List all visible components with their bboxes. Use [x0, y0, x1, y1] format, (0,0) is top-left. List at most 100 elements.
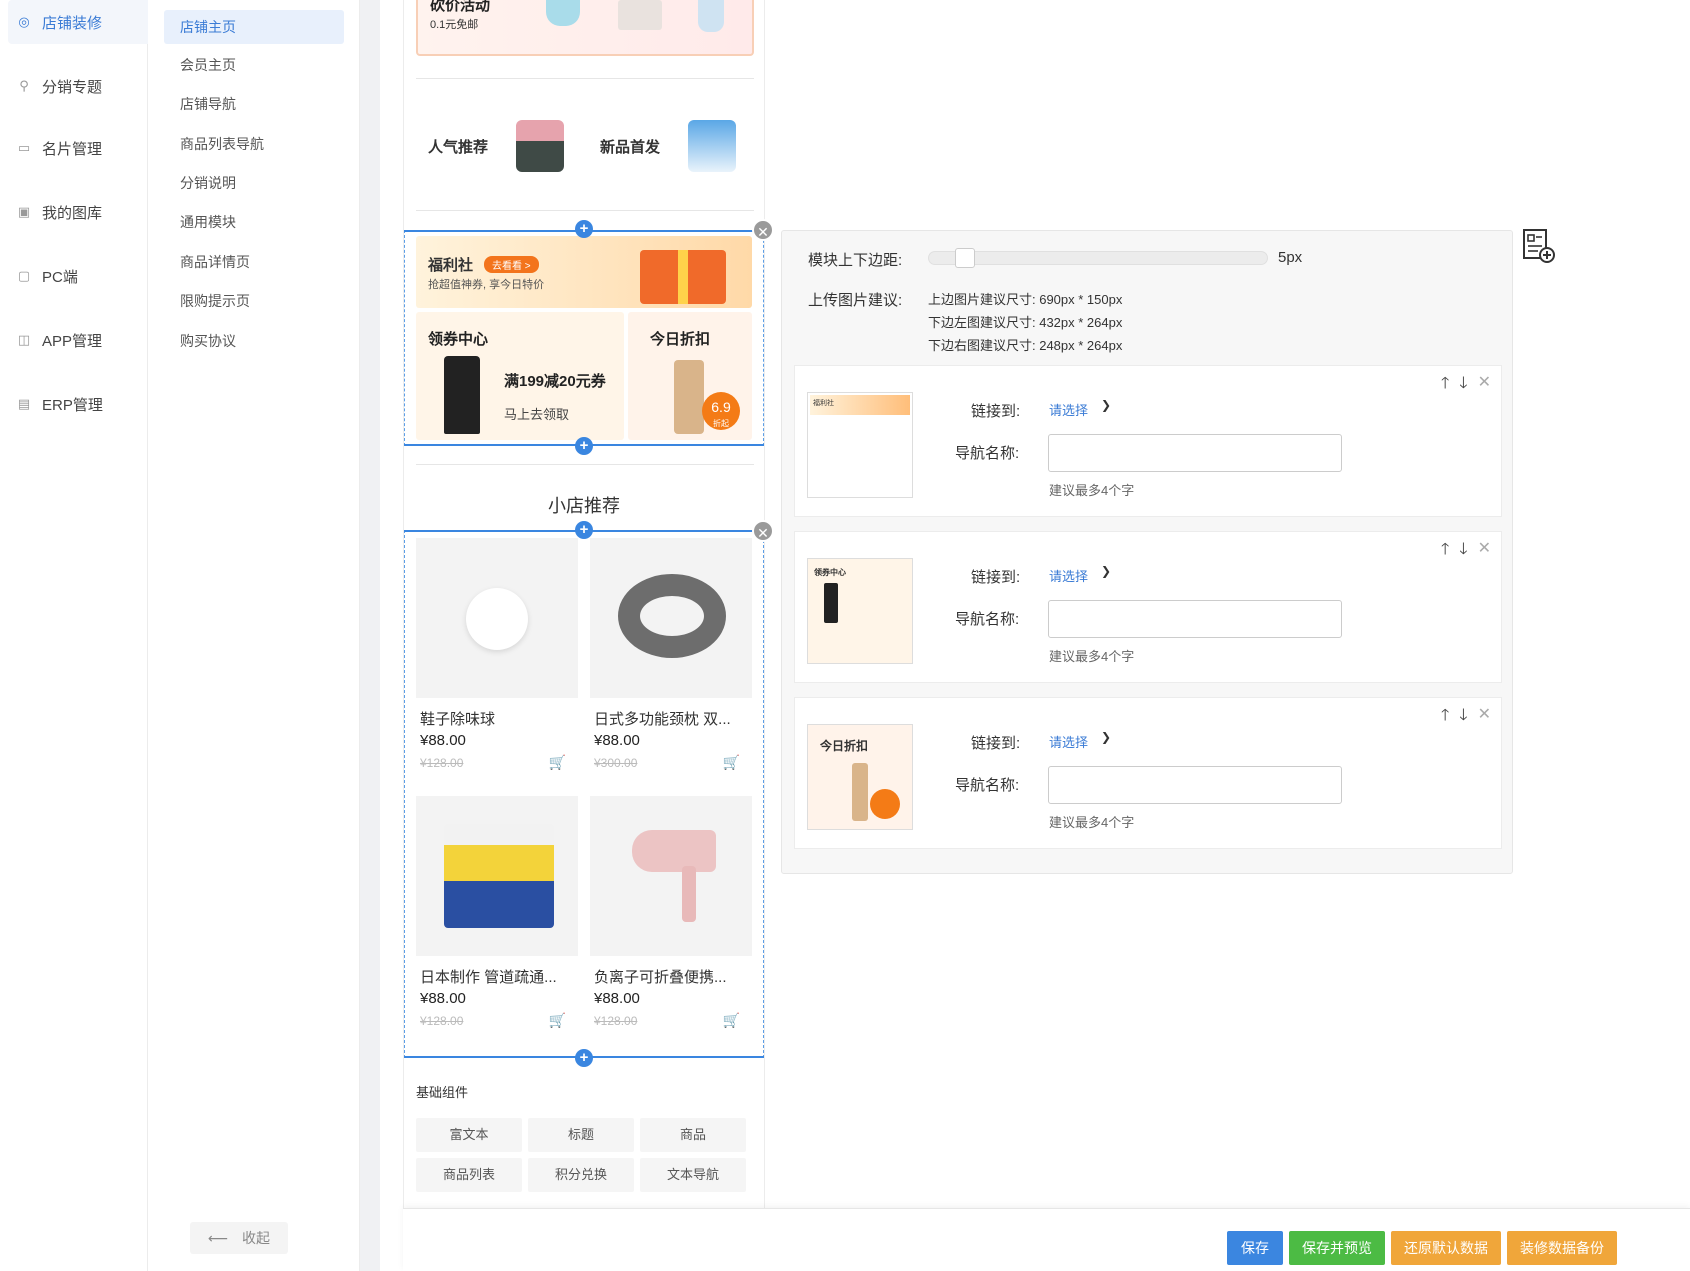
component-text-nav[interactable]: 文本导航 [640, 1158, 746, 1192]
thumb-label: 领券中心 [814, 568, 846, 577]
nav-item-config: 🡑 🡓 ✕ 领券中心 链接到: 请选择 ❯ 导航名称: 建议最多4个字 [794, 531, 1502, 683]
product-card[interactable]: 鞋子除味球 ¥88.00 ¥128.00 🛒 [416, 538, 578, 788]
sub-item-distribution-info[interactable]: 分销说明 [164, 166, 344, 200]
margin-slider[interactable] [928, 248, 1268, 268]
chevron-down-icon[interactable]: ❯ [1101, 398, 1111, 412]
coupon-center-card[interactable]: 领券中心 满199减20元券 马上去领取 [416, 312, 624, 440]
link-label: 链接到: [971, 569, 1021, 586]
link-select[interactable]: 请选择 [1049, 400, 1088, 419]
cart-icon[interactable]: 🛒 [723, 1012, 740, 1029]
product-price: ¥88.00 [420, 732, 466, 749]
arrow-down-icon[interactable]: 🡓 [1459, 538, 1467, 565]
nav-item-pc[interactable]: ▢ PC端 [8, 254, 148, 298]
nav-item-distribution[interactable]: ⚲ 分销专题 [8, 64, 148, 108]
component-title[interactable]: 标题 [528, 1118, 634, 1152]
product-price: ¥88.00 [594, 732, 640, 749]
sub-item-member-home[interactable]: 会员主页 [164, 48, 344, 82]
save-button[interactable]: 保存 [1227, 1231, 1283, 1265]
arrow-up-icon[interactable]: 🡑 [1441, 704, 1449, 731]
nav-item-erp[interactable]: ▤ ERP管理 [8, 382, 148, 426]
add-module-above-button[interactable]: + [575, 220, 593, 238]
discount-card[interactable]: 今日折扣 6.9 折起 [628, 312, 752, 440]
promo-card-new[interactable]: 新品首发 [588, 102, 754, 190]
phone-preview: 砍价活动 0.1元免邮 人气推荐 新品首发 福利社 去看看 > 抢超值神券, 享… [403, 0, 765, 1271]
nav-item-gallery[interactable]: ▣ 我的图库 [8, 190, 148, 234]
sub-item-shop-home[interactable]: 店铺主页 [164, 10, 344, 44]
sub-item-product-detail[interactable]: 商品详情页 [164, 245, 344, 279]
collapse-label: 收起 [242, 1230, 271, 1246]
arrow-up-icon[interactable]: 🡑 [1441, 372, 1449, 399]
product-name: 鞋子除味球 [420, 711, 496, 728]
link-select[interactable]: 请选择 [1049, 566, 1088, 585]
sub-item-shop-nav[interactable]: 店铺导航 [164, 87, 344, 121]
arrow-up-icon[interactable]: 🡑 [1441, 538, 1449, 565]
sub-item-limit-tip[interactable]: 限购提示页 [164, 284, 344, 318]
add-module-below-button[interactable]: + [575, 437, 593, 455]
close-icon[interactable]: ✕ [1478, 538, 1491, 565]
product-card[interactable]: 日本制作 管道疏通... ¥88.00 ¥128.00 🛒 [416, 796, 578, 1046]
promo-label: 人气推荐 [428, 138, 489, 156]
card-icon: ▭ [17, 140, 31, 155]
nav-name-input[interactable] [1048, 434, 1342, 472]
nav-item-app[interactable]: ◫ APP管理 [8, 318, 148, 362]
add-module-below-button[interactable]: + [575, 1049, 593, 1067]
save-preview-button[interactable]: 保存并预览 [1289, 1231, 1385, 1265]
ball-image [466, 588, 528, 650]
image-icon: ▣ [17, 204, 31, 219]
component-product[interactable]: 商品 [640, 1118, 746, 1152]
sub-item-common-module[interactable]: 通用模块 [164, 205, 344, 239]
promo-card-popular[interactable]: 人气推荐 [416, 102, 582, 190]
collapse-button[interactable]: ⟵ 收起 [190, 1222, 288, 1254]
coupon-cta: 马上去领取 [504, 407, 570, 422]
delete-module-button[interactable]: ✕ [752, 520, 774, 542]
pants-image [444, 356, 480, 434]
chevron-down-icon[interactable]: ❯ [1101, 564, 1111, 578]
bargain-banner[interactable]: 砍价活动 0.1元免邮 [416, 0, 754, 56]
nav-name-input[interactable] [1048, 766, 1342, 804]
component-rich-text[interactable]: 富文本 [416, 1118, 522, 1152]
main-nav: ◎ 店铺装修 ⚲ 分销专题 ▭ 名片管理 ▣ 我的图库 ▢ PC端 ◫ APP管理 ▤ ERP… [0, 0, 148, 1271]
nav-item-shop-decoration[interactable]: ◎ 店铺装修 [8, 0, 148, 44]
item-thumbnail[interactable]: 福利社 [807, 392, 913, 498]
nav-label: 名片管理 [42, 140, 103, 158]
link-label: 链接到: [971, 403, 1021, 420]
close-icon[interactable]: ✕ [1478, 704, 1491, 731]
backup-button[interactable]: 装修数据备份 [1507, 1231, 1617, 1265]
fuli-banner[interactable]: 福利社 去看看 > 抢超值神券, 享今日特价 [416, 236, 752, 308]
cart-icon[interactable]: 🛒 [549, 1012, 566, 1029]
product-name: 负离子可折叠便携... [594, 969, 727, 986]
sub-item-purchase-agreement[interactable]: 购买协议 [164, 324, 344, 358]
nav-name-input[interactable] [1048, 600, 1342, 638]
item-thumbnail[interactable]: 领券中心 [807, 558, 913, 664]
nav-label: 我的图库 [42, 204, 103, 222]
sub-item-product-list-nav[interactable]: 商品列表导航 [164, 127, 344, 161]
upload-hint: 下边左图建议尺寸: 432px * 264px [928, 315, 1123, 330]
restore-default-button[interactable]: 还原默认数据 [1391, 1231, 1501, 1265]
tshirt-image [688, 120, 736, 172]
thumb-label: 今日折扣 [820, 739, 869, 753]
chevron-down-icon[interactable]: ❯ [1101, 730, 1111, 744]
arrow-down-icon[interactable]: 🡓 [1459, 372, 1467, 399]
margin-label: 模块上下边距: [808, 252, 903, 269]
thumb-label: 福利社 [810, 395, 910, 415]
delete-module-button[interactable]: ✕ [752, 219, 774, 241]
product-card[interactable]: 负离子可折叠便携... ¥88.00 ¥128.00 🛒 [590, 796, 752, 1046]
cart-icon[interactable]: 🛒 [549, 754, 566, 771]
gutter [360, 0, 380, 1271]
nav-item-cards[interactable]: ▭ 名片管理 [8, 126, 148, 170]
arrow-down-icon[interactable]: 🡓 [1459, 704, 1467, 731]
close-icon[interactable]: ✕ [1478, 372, 1491, 399]
product-card[interactable]: 日式多功能颈枕 双... ¥88.00 ¥300.00 🛒 [590, 538, 752, 788]
cart-icon[interactable]: 🛒 [723, 754, 740, 771]
slider-thumb[interactable] [955, 248, 975, 268]
component-product-list[interactable]: 商品列表 [416, 1158, 522, 1192]
bib-image [698, 0, 724, 32]
add-module-above-button[interactable]: + [575, 521, 593, 539]
product-price: ¥88.00 [420, 990, 466, 1007]
pants-image [852, 763, 868, 821]
item-ops: 🡑 🡓 ✕ [1441, 372, 1491, 399]
add-item-icon[interactable] [1522, 228, 1556, 264]
link-select[interactable]: 请选择 [1049, 732, 1088, 751]
item-thumbnail[interactable]: 今日折扣 [807, 724, 913, 830]
component-points-exchange[interactable]: 积分兑换 [528, 1158, 634, 1192]
